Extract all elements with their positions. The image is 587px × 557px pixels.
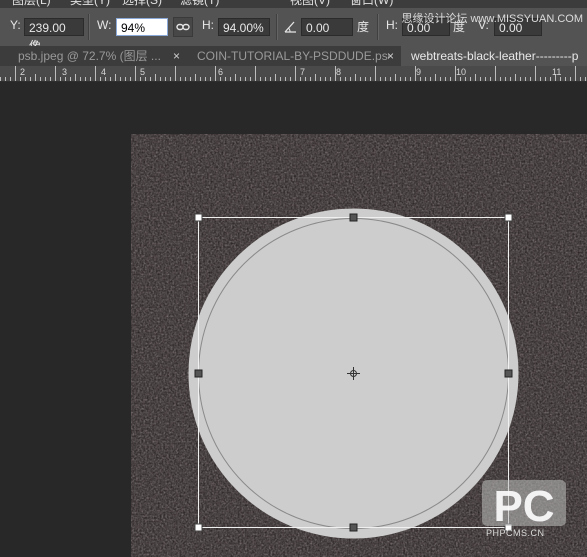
logo-caption: PHPCMS.CN — [486, 528, 545, 538]
transform-handle-top-left[interactable] — [194, 213, 203, 222]
transform-handle-left[interactable] — [194, 369, 203, 378]
transform-handle-bottom-left[interactable] — [194, 523, 203, 532]
transform-overlay — [188, 208, 519, 539]
transform-handle-bottom[interactable] — [349, 523, 358, 532]
transform-handle-top-right[interactable] — [504, 213, 513, 222]
logo-letters: PC — [493, 482, 554, 531]
transform-handle-right[interactable] — [504, 369, 513, 378]
transform-handle-top[interactable] — [349, 213, 358, 222]
